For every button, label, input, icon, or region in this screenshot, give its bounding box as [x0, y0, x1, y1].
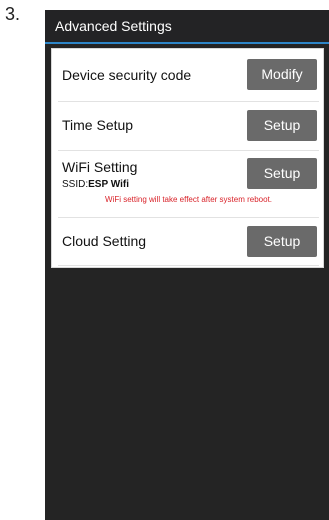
ssid-value: ESP Wifi [88, 179, 129, 190]
settings-row-time: Time Setup Setup [58, 104, 319, 144]
page-title: Advanced Settings [55, 18, 172, 34]
wifi-setting-label: WiFi Setting [62, 159, 138, 175]
security-code-label: Device security code [62, 67, 192, 83]
step-number: 3. [5, 4, 21, 24]
row-divider [58, 101, 319, 102]
row-divider [58, 217, 319, 218]
modify-security-code-button[interactable]: Modify [247, 59, 317, 90]
wifi-setup-button[interactable]: Setup [247, 158, 317, 189]
row-divider [58, 150, 319, 151]
time-setup-button[interactable]: Setup [247, 110, 317, 141]
cloud-setup-button[interactable]: Setup [247, 226, 317, 257]
phone-screen: Advanced Settings Device security code M… [45, 10, 329, 520]
time-setup-label: Time Setup [62, 117, 134, 133]
wifi-reboot-note: WiFi setting will take effect after syst… [104, 195, 273, 204]
cloud-setting-label: Cloud Setting [62, 233, 147, 249]
row-divider [58, 265, 319, 266]
wifi-ssid: SSID:ESP Wifi [62, 179, 129, 190]
settings-row-wifi: WiFi Setting SSID:ESP Wifi Setup WiFi se… [58, 153, 319, 213]
ssid-prefix: SSID: [62, 179, 89, 190]
settings-panel: Device security code Modify Time Setup S… [51, 48, 324, 268]
settings-row-security: Device security code Modify [58, 55, 319, 95]
title-bar: Advanced Settings [45, 10, 329, 44]
settings-row-cloud: Cloud Setting Setup [58, 220, 319, 260]
